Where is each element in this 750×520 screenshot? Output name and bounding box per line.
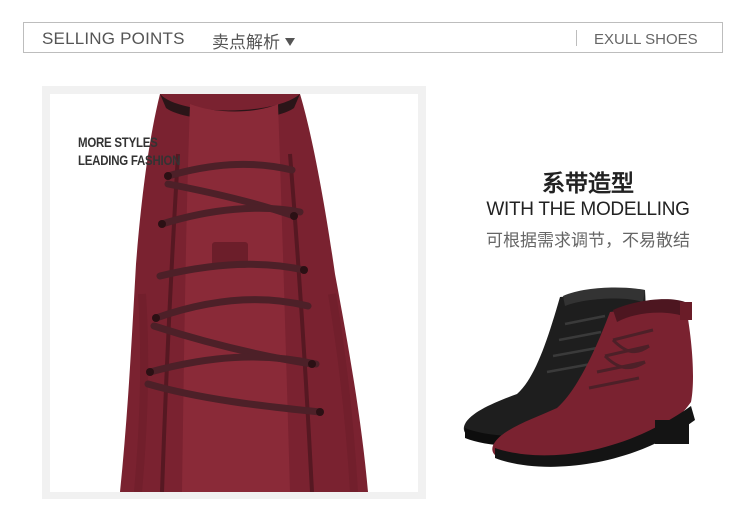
tag-line-2: LEADING FASHION bbox=[78, 152, 181, 168]
brand-name: EXULL SHOES bbox=[594, 31, 698, 48]
feature-title-en: WITH THE MODELLING bbox=[486, 199, 690, 220]
closeup-photo-frame: MORE STYLES LEADING FASHION bbox=[42, 86, 426, 499]
feature-title-cn: 系带造型 bbox=[542, 171, 634, 197]
feature-subtitle: 可根据需求调节，不易散结 bbox=[486, 231, 690, 251]
section-title-cn-label: 卖点解析 bbox=[212, 33, 280, 53]
caret-down-icon bbox=[285, 38, 295, 46]
header-divider bbox=[576, 30, 577, 46]
section-title-cn[interactable]: 卖点解析 bbox=[212, 28, 295, 53]
section-title-en: SELLING POINTS bbox=[42, 29, 185, 48]
section-header: SELLING POINTS 卖点解析 EXULL SHOES bbox=[23, 22, 723, 53]
tag-line-1: MORE STYLES bbox=[78, 134, 158, 150]
boot-pair-image bbox=[463, 287, 695, 467]
closeup-photo: MORE STYLES LEADING FASHION bbox=[50, 94, 418, 492]
